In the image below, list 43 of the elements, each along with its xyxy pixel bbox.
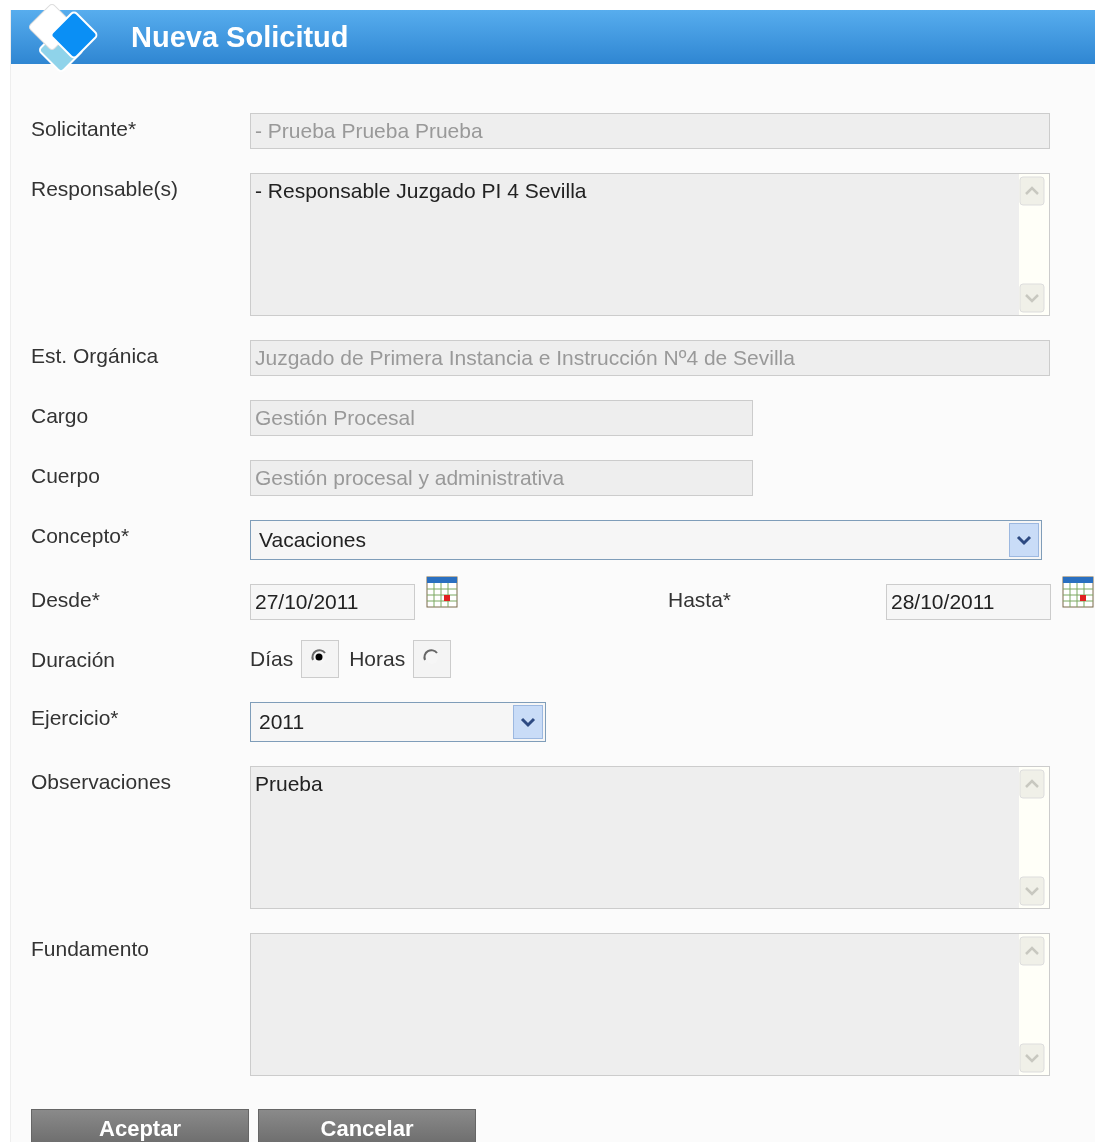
text-area-value: - Responsable Juzgado PI 4 Sevilla (254, 178, 588, 204)
scroll-up-icon[interactable] (1019, 769, 1045, 799)
text-area-value: Prueba (254, 771, 324, 797)
form-button[interactable]: Cancelar (258, 1109, 476, 1142)
scrollbar[interactable] (1019, 767, 1049, 908)
field-label: Ejercicio* (31, 705, 120, 730)
field-label: Hasta* (668, 587, 733, 612)
field-label: Fundamento (31, 936, 150, 961)
scrollbar[interactable] (1019, 934, 1049, 1075)
field-label: Duración (31, 647, 117, 672)
field-label: Desde* (31, 587, 101, 612)
scroll-up-icon[interactable] (1019, 176, 1045, 206)
dropdown-value: 2011 (258, 710, 305, 734)
text-area[interactable]: Prueba (250, 766, 1050, 909)
field-label: Responsable(s) (31, 176, 180, 201)
chevron-down-icon (1009, 523, 1039, 557)
field-label: Observaciones (31, 769, 173, 794)
scroll-down-icon[interactable] (1019, 1043, 1045, 1073)
radio-label: Horas (349, 647, 406, 671)
field-label: Est. Orgánica (31, 343, 160, 368)
scrollbar[interactable] (1019, 174, 1049, 315)
calendar-icon[interactable] (426, 576, 458, 608)
field-label: Cuerpo (31, 463, 101, 488)
calendar-icon[interactable] (1062, 576, 1094, 608)
text-area[interactable] (250, 933, 1050, 1076)
field-label: Solicitante* (31, 116, 138, 141)
radio-button[interactable] (301, 640, 340, 678)
radio-button[interactable] (413, 640, 452, 678)
chevron-down-icon (513, 705, 543, 739)
text-area[interactable]: - Responsable Juzgado PI 4 Sevilla (250, 173, 1050, 316)
dropdown[interactable]: 2011 (250, 702, 546, 742)
field-label: Cargo (31, 403, 90, 428)
radio-label: Días (250, 647, 294, 671)
scroll-down-icon[interactable] (1019, 283, 1045, 313)
dropdown-value: Vacaciones (258, 528, 366, 552)
window-title: Nueva Solicitud (131, 20, 349, 54)
date-field[interactable]: 27/10/2011 (250, 584, 415, 620)
date-field[interactable]: 28/10/2011 (886, 584, 1051, 620)
dropdown[interactable]: Vacaciones (250, 520, 1042, 560)
scroll-down-icon[interactable] (1019, 876, 1045, 906)
scroll-up-icon[interactable] (1019, 936, 1045, 966)
field-label: Concepto* (31, 523, 131, 548)
form-button[interactable]: Aceptar (31, 1109, 249, 1142)
